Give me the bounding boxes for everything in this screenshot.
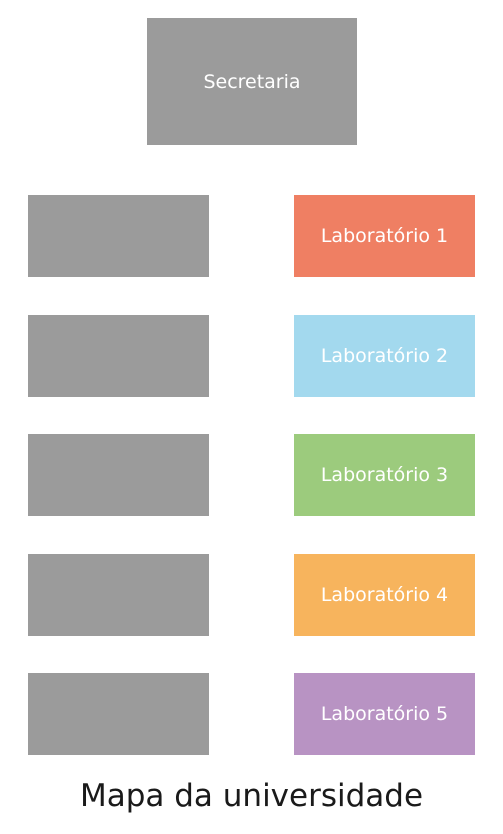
unlabeled-room-5 xyxy=(28,673,209,755)
secretaria-label: Secretaria xyxy=(203,70,301,93)
unlabeled-room-2 xyxy=(28,315,209,397)
lab-label-5: Laboratório 5 xyxy=(320,703,449,725)
lab-label-2: Laboratório 2 xyxy=(320,345,449,367)
lab-label-1: Laboratório 1 xyxy=(320,225,449,247)
unlabeled-room-4 xyxy=(28,554,209,636)
lab-label-3: Laboratório 3 xyxy=(320,464,449,486)
map-title: Mapa da universidade xyxy=(79,778,424,814)
unlabeled-room-3 xyxy=(28,434,209,516)
unlabeled-room-1 xyxy=(28,195,209,277)
lab-label-4: Laboratório 4 xyxy=(320,584,449,606)
lab-room-5: Laboratório 5 xyxy=(294,673,475,755)
lab-room-4: Laboratório 4 xyxy=(294,554,475,636)
secretaria-room: Secretaria xyxy=(147,18,357,145)
lab-room-3: Laboratório 3 xyxy=(294,434,475,516)
lab-room-1: Laboratório 1 xyxy=(294,195,475,277)
lab-room-2: Laboratório 2 xyxy=(294,315,475,397)
